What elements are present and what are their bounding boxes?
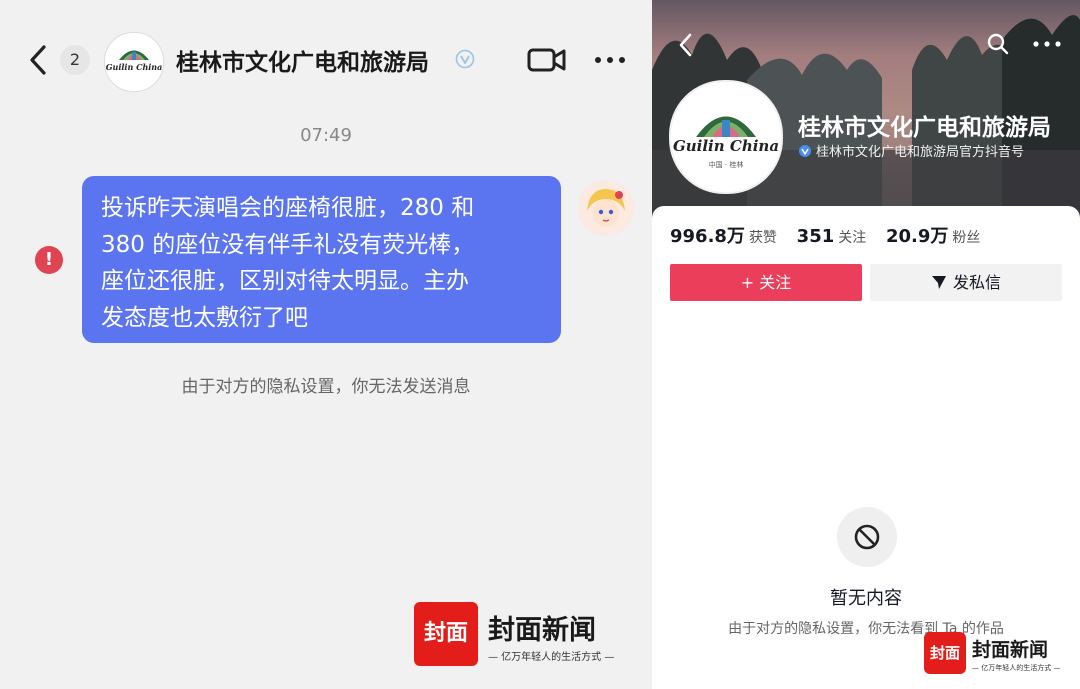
message-line: 座位还很脏，区别对待太明显。主办 xyxy=(101,268,469,294)
verified-label: 桂林市文化广电和旅游局官方抖音号 xyxy=(816,145,1025,160)
profile-logo-text: Guilin China xyxy=(672,137,780,155)
send-message-button[interactable]: 发私信 xyxy=(870,264,1062,301)
message-timestamp: 07:49 xyxy=(300,125,352,146)
stat-followers[interactable]: 20.9万 粉丝 xyxy=(886,222,980,248)
profile-panel: Guilin China 中国 · 桂林 桂林市文化广电和旅游局 桂林市文化广电… xyxy=(652,0,1080,689)
error-icon[interactable]: ! xyxy=(35,246,63,274)
unread-count-badge[interactable]: 2 xyxy=(60,45,90,75)
search-icon[interactable] xyxy=(986,32,1010,56)
contact-logo-text: Guilin China xyxy=(105,62,163,72)
back-chevron-icon[interactable] xyxy=(24,42,54,78)
stat-label: 获赞 xyxy=(748,230,777,246)
profile-logo-subtext: 中国 · 桂林 xyxy=(708,161,744,169)
profile-stats: 996.8万 获赞 351 关注 20.9万 粉丝 xyxy=(670,222,994,248)
verified-icon xyxy=(799,145,811,157)
watermark-seal: 封面 xyxy=(924,632,966,674)
stat-likes[interactable]: 996.8万 获赞 xyxy=(670,222,777,248)
back-chevron-icon[interactable] xyxy=(676,32,696,58)
stat-value: 351 xyxy=(796,226,835,247)
profile-name: 桂林市文化广电和旅游局 xyxy=(798,115,1051,141)
watermark-title: 封面新闻 xyxy=(488,615,596,646)
message-line: 380 的座位没有伴手礼没有荧光棒， xyxy=(101,231,475,258)
video-call-icon[interactable] xyxy=(527,46,567,74)
watermark-slogan: — 亿万年轻人的生活方式 — xyxy=(972,664,1061,672)
follow-button[interactable]: + 关注 xyxy=(670,264,862,301)
watermark: 封面 封面新闻 — 亿万年轻人的生活方式 — xyxy=(924,632,1074,676)
watermark-title: 封面新闻 xyxy=(972,639,1049,661)
send-icon xyxy=(931,276,946,289)
empty-state-icon-wrap xyxy=(837,507,897,567)
verified-icon xyxy=(455,49,475,69)
more-icon[interactable] xyxy=(1032,36,1062,52)
stat-following[interactable]: 351 关注 xyxy=(797,226,867,247)
stat-value: 20.9万 xyxy=(885,226,949,247)
watermark-slogan: — 亿万年轻人的生活方式 — xyxy=(488,652,615,663)
stat-label: 关注 xyxy=(838,230,867,246)
verified-label-row: 桂林市文化广电和旅游局官方抖音号 xyxy=(798,141,1024,160)
more-icon[interactable] xyxy=(592,50,628,70)
watermark-seal: 封面 xyxy=(414,602,478,666)
profile-avatar[interactable]: Guilin China 中国 · 桂林 xyxy=(669,80,783,194)
blocked-icon xyxy=(854,524,880,550)
privacy-notice: 由于对方的隐私设置，你无法发送消息 xyxy=(181,377,471,397)
message-line: 投诉昨天演唱会的座椅很脏，280 和 xyxy=(101,195,475,221)
contact-avatar[interactable]: Guilin China xyxy=(104,32,164,92)
stat-label: 粉丝 xyxy=(952,230,981,246)
chat-panel: 2 Guilin China 桂林市文化广电和旅游局 07:49 ! 投诉昨天演… xyxy=(0,0,652,689)
stat-value: 996.8万 xyxy=(670,226,745,247)
send-message-label: 发私信 xyxy=(952,273,1001,292)
contact-name[interactable]: 桂林市文化广电和旅游局 xyxy=(176,43,429,77)
watermark: 封面 封面新闻 — 亿万年轻人的生活方式 — xyxy=(414,602,634,668)
message-bubble[interactable]: 投诉昨天演唱会的座椅很脏，280 和 380 的座位没有伴手礼没有荧光棒， 座位… xyxy=(82,176,561,343)
empty-state-title: 暂无内容 xyxy=(830,588,902,609)
anime-avatar-icon xyxy=(579,181,633,235)
message-line: 发态度也太敷衍了吧 xyxy=(101,304,308,331)
user-avatar[interactable] xyxy=(578,180,634,236)
